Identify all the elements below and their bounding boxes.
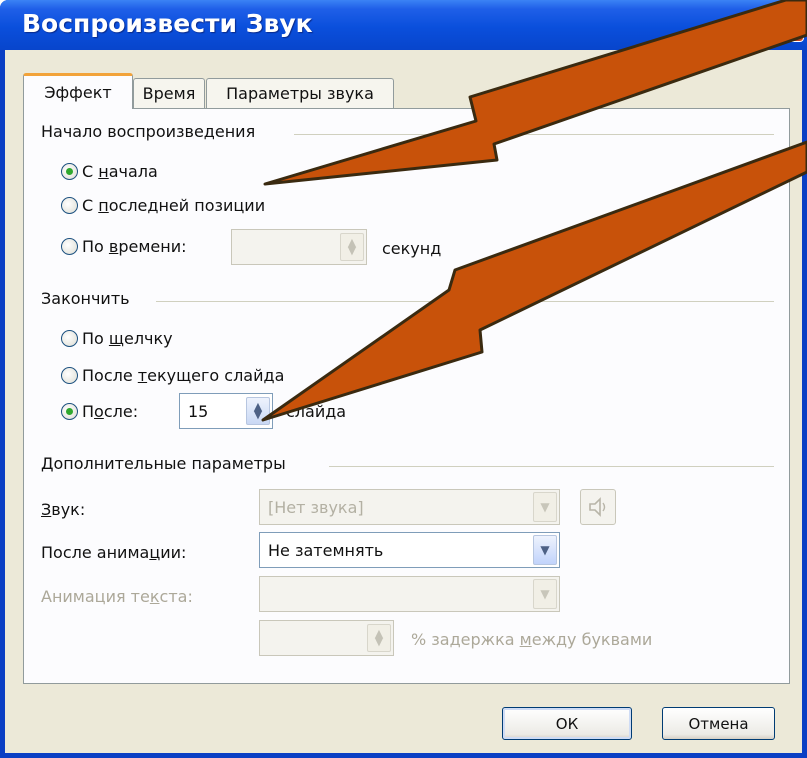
tab-panel-effect: Начало воспроизведения С начала С послед… (23, 108, 790, 684)
letter-delay-label: % задержка между буквами (411, 630, 653, 649)
start-time-stepper[interactable]: ▲ ▼ (231, 229, 367, 265)
stop-group-label: Закончить (41, 289, 136, 308)
spin-arrows-icon[interactable]: ▲ ▼ (246, 397, 270, 425)
text-animation-label: Анимация текста: (41, 587, 193, 606)
radio-button[interactable] (61, 330, 78, 347)
sound-dropdown[interactable]: [Нет звука] ▼ (259, 489, 560, 525)
radio-button-checked[interactable] (61, 403, 78, 420)
radio-button-checked[interactable] (61, 163, 78, 180)
tab-label: Эффект (44, 83, 112, 102)
radio-by-time[interactable]: По времени: (61, 237, 187, 256)
slides-unit-label: слайда (286, 402, 347, 421)
after-slides-stepper[interactable]: 15 ▲ ▼ (179, 393, 273, 429)
seconds-unit-label: секунд (382, 239, 442, 258)
chevron-down-icon[interactable]: ▼ (533, 579, 557, 609)
radio-from-start[interactable]: С начала (61, 162, 158, 181)
text-animation-dropdown[interactable]: ▼ (259, 576, 560, 612)
after-animation-dropdown[interactable]: Не затемнять ▼ (259, 532, 560, 568)
button-label: Отмена (688, 714, 749, 733)
dialog-body: Эффект Время Параметры звука Начало восп… (5, 50, 802, 753)
tab-label: Время (142, 84, 196, 103)
radio-after-slides[interactable]: После: (61, 402, 138, 421)
radio-label: С начала (82, 162, 158, 181)
letter-delay-stepper[interactable]: ▲ ▼ (259, 620, 394, 656)
radio-label: После текущего слайда (82, 366, 285, 385)
ok-button[interactable]: ОК (502, 707, 632, 740)
radio-button[interactable] (61, 197, 78, 214)
radio-label: С последней позиции (82, 196, 266, 215)
radio-from-last-position[interactable]: С последней позиции (61, 196, 265, 215)
radio-on-click[interactable]: По щелчку (61, 329, 173, 348)
group-divider (329, 466, 774, 467)
radio-label: По щелчку (82, 329, 173, 348)
radio-label: После: (82, 402, 139, 421)
radio-after-current-slide[interactable]: После текущего слайда (61, 366, 284, 385)
button-label: ОК (555, 714, 579, 733)
spin-arrows-icon[interactable]: ▲ ▼ (367, 624, 391, 652)
speaker-icon[interactable] (580, 489, 616, 525)
radio-label: По времени: (82, 237, 187, 256)
window-title: Воспроизвести Звук (22, 9, 313, 38)
close-icon[interactable] (770, 8, 804, 42)
group-divider (294, 134, 774, 135)
stepper-value: 15 (188, 401, 209, 421)
radio-button[interactable] (61, 367, 78, 384)
after-animation-label: После анимации: (41, 543, 187, 562)
tab-label: Параметры звука (226, 84, 374, 103)
spin-arrows-icon[interactable]: ▲ ▼ (340, 233, 364, 261)
start-group-label: Начало воспроизведения (41, 122, 262, 141)
radio-button[interactable] (61, 238, 78, 255)
chevron-down-icon[interactable]: ▼ (533, 492, 557, 522)
tab-timing[interactable]: Время (133, 78, 205, 108)
sound-label: Звук: (41, 500, 86, 519)
cancel-button[interactable]: Отмена (662, 707, 775, 740)
dropdown-value: [Нет звука] (268, 497, 364, 517)
dialog-window: Воспроизвести Звук Эффект Время Параметр… (0, 0, 807, 758)
title-bar[interactable]: Воспроизвести Звук (0, 0, 807, 50)
extra-group-label: Дополнительные параметры (41, 454, 292, 473)
tab-sound-settings[interactable]: Параметры звука (206, 78, 394, 108)
dropdown-value: Не затемнять (268, 540, 384, 560)
chevron-down-icon[interactable]: ▼ (533, 535, 557, 565)
tab-effect[interactable]: Эффект (23, 73, 133, 109)
group-divider (156, 301, 774, 302)
